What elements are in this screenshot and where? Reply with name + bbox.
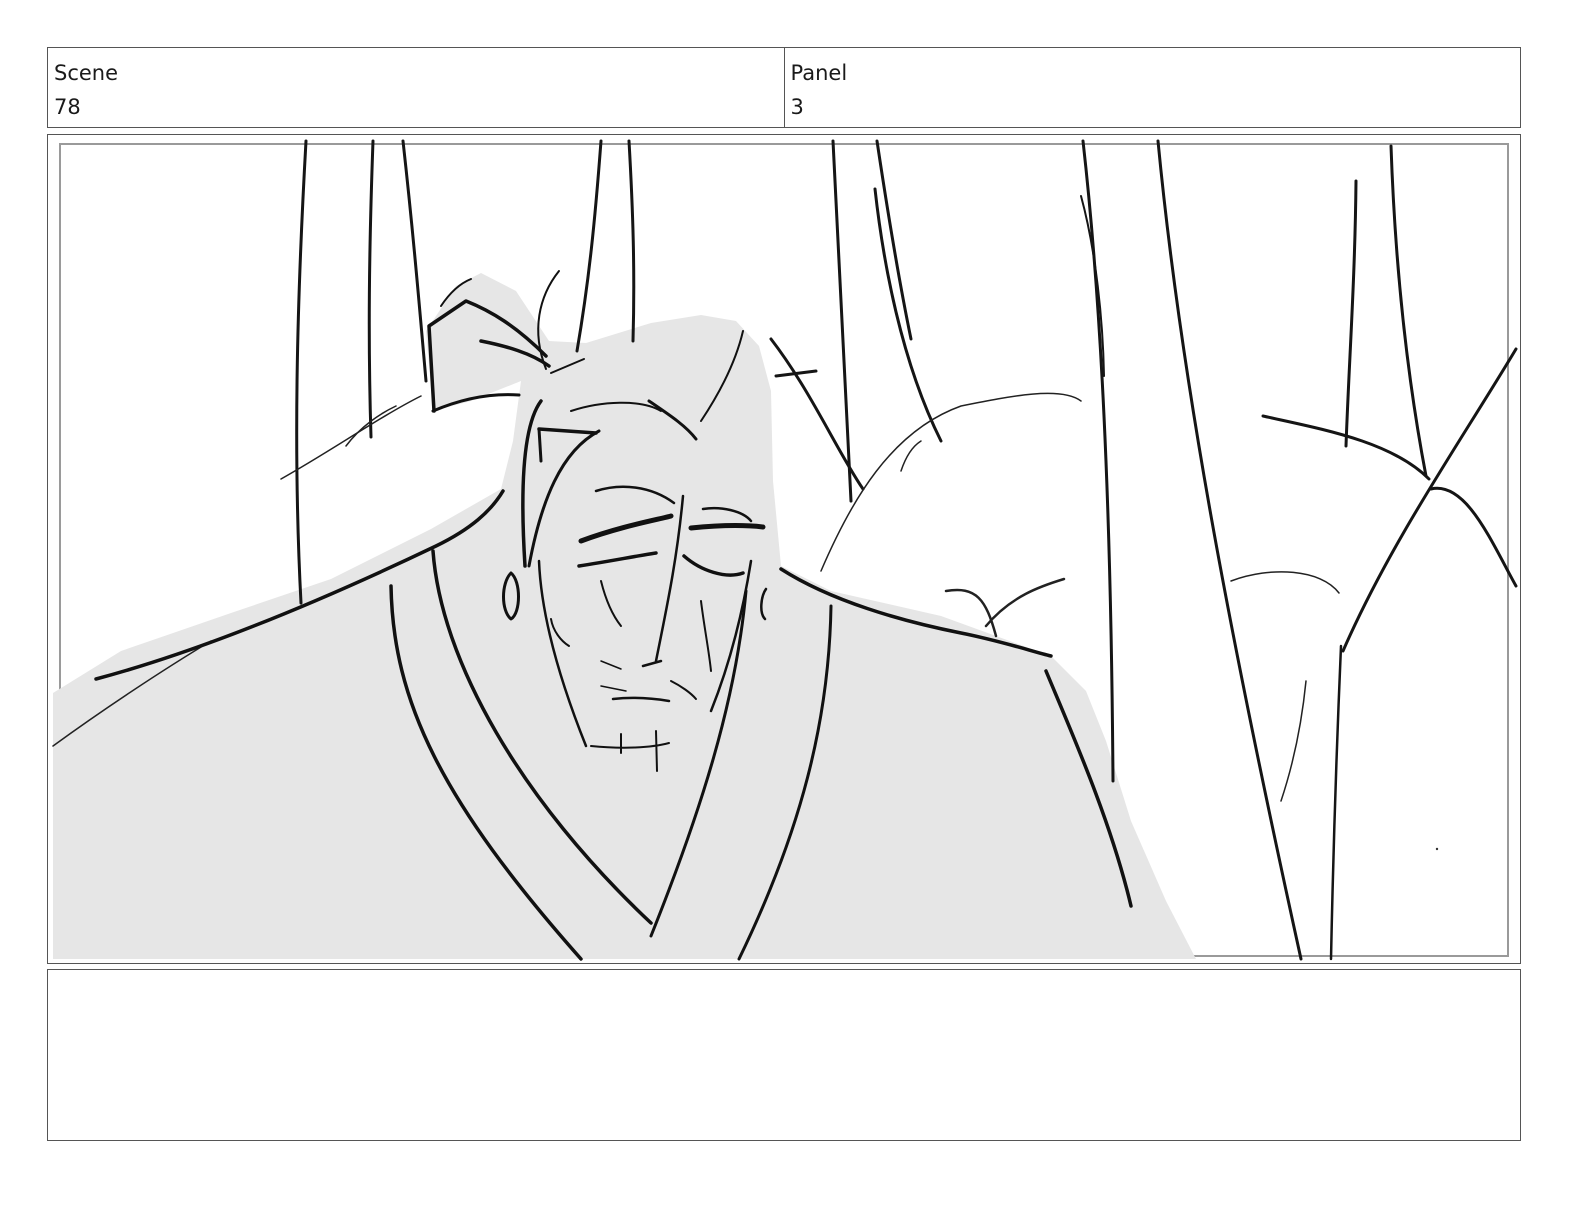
scene-label: Scene	[54, 61, 119, 85]
panel-info-header: Scene 78 Panel 3	[47, 47, 1521, 128]
character-fill	[53, 273, 1196, 959]
storyboard-panel-frame	[47, 134, 1521, 964]
storyboard-sketch	[52, 139, 1518, 961]
scene-number: 78	[54, 95, 81, 119]
panel-notes-box[interactable]	[47, 969, 1521, 1141]
panel-label: Panel	[790, 61, 848, 85]
panel-cell: Panel 3	[783, 48, 1521, 127]
scene-cell: Scene 78	[48, 48, 784, 127]
panel-number: 3	[790, 95, 804, 119]
sketch-speck	[1435, 847, 1439, 851]
